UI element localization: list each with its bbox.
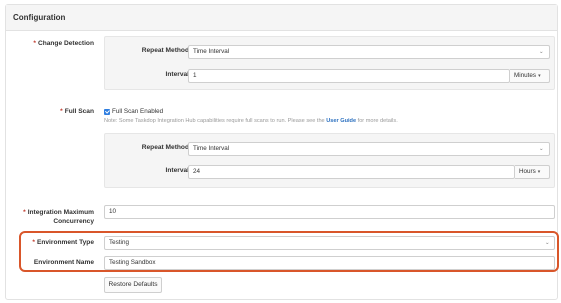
select-value: Testing xyxy=(109,239,129,246)
repeat-method-label: Repeat Method xyxy=(141,47,189,54)
full-scan-unit-dropdown[interactable]: Hours ▾ xyxy=(515,165,550,179)
panel-heading: Configuration xyxy=(6,5,557,31)
environment-type-select[interactable]: Testing ⌄ xyxy=(104,236,555,250)
full-scan-interval-input[interactable]: 24 xyxy=(188,165,515,179)
caret-down-icon: ▾ xyxy=(537,169,541,175)
full-scan-label: * Full Scan xyxy=(60,108,94,115)
required-indicator: * xyxy=(60,108,63,115)
full-scan-repeat-method-select[interactable]: Time Interval ⌄ xyxy=(188,142,550,156)
environment-name-input[interactable]: Testing Sandbox xyxy=(104,256,555,270)
required-indicator: * xyxy=(32,239,35,246)
select-value: Time Interval xyxy=(193,145,230,152)
interval-label: Interval xyxy=(165,71,189,78)
required-indicator: * xyxy=(23,209,26,216)
chevron-icon: ⌄ xyxy=(539,146,544,152)
restore-defaults-button[interactable]: Restore Defaults xyxy=(104,277,162,293)
interval-label: Interval xyxy=(165,167,189,174)
concurrency-label: * Integration Maximum Concurrency xyxy=(23,209,94,225)
user-guide-link[interactable]: User Guide xyxy=(326,118,356,124)
change-detection-repeat-method-select[interactable]: Time Interval ⌄ xyxy=(188,45,550,59)
full-scan-checkbox[interactable] xyxy=(104,109,110,115)
required-indicator: * xyxy=(33,40,36,47)
full-scan-note: Note: Some Taskdop Integration Hub capab… xyxy=(104,118,398,124)
caret-down-icon: ▾ xyxy=(538,73,541,79)
environment-name-label: Environment Name xyxy=(33,259,94,266)
change-detection-label: * Change Detection xyxy=(33,40,94,47)
concurrency-input[interactable]: 10 xyxy=(104,205,555,219)
select-value: Time Interval xyxy=(193,48,230,55)
change-detection-unit-dropdown[interactable]: Minutes ▾ xyxy=(510,69,550,83)
chevron-icon: ⌄ xyxy=(545,240,550,246)
environment-type-label: * Environment Type xyxy=(32,239,94,246)
chevron-icon: ⌄ xyxy=(539,49,544,55)
panel-title: Configuration xyxy=(13,13,66,22)
change-detection-interval-input[interactable]: 1 xyxy=(188,69,510,83)
repeat-method-label: Repeat Method xyxy=(141,144,189,151)
full-scan-checkbox-label[interactable]: Full Scan Enabled xyxy=(112,107,163,116)
